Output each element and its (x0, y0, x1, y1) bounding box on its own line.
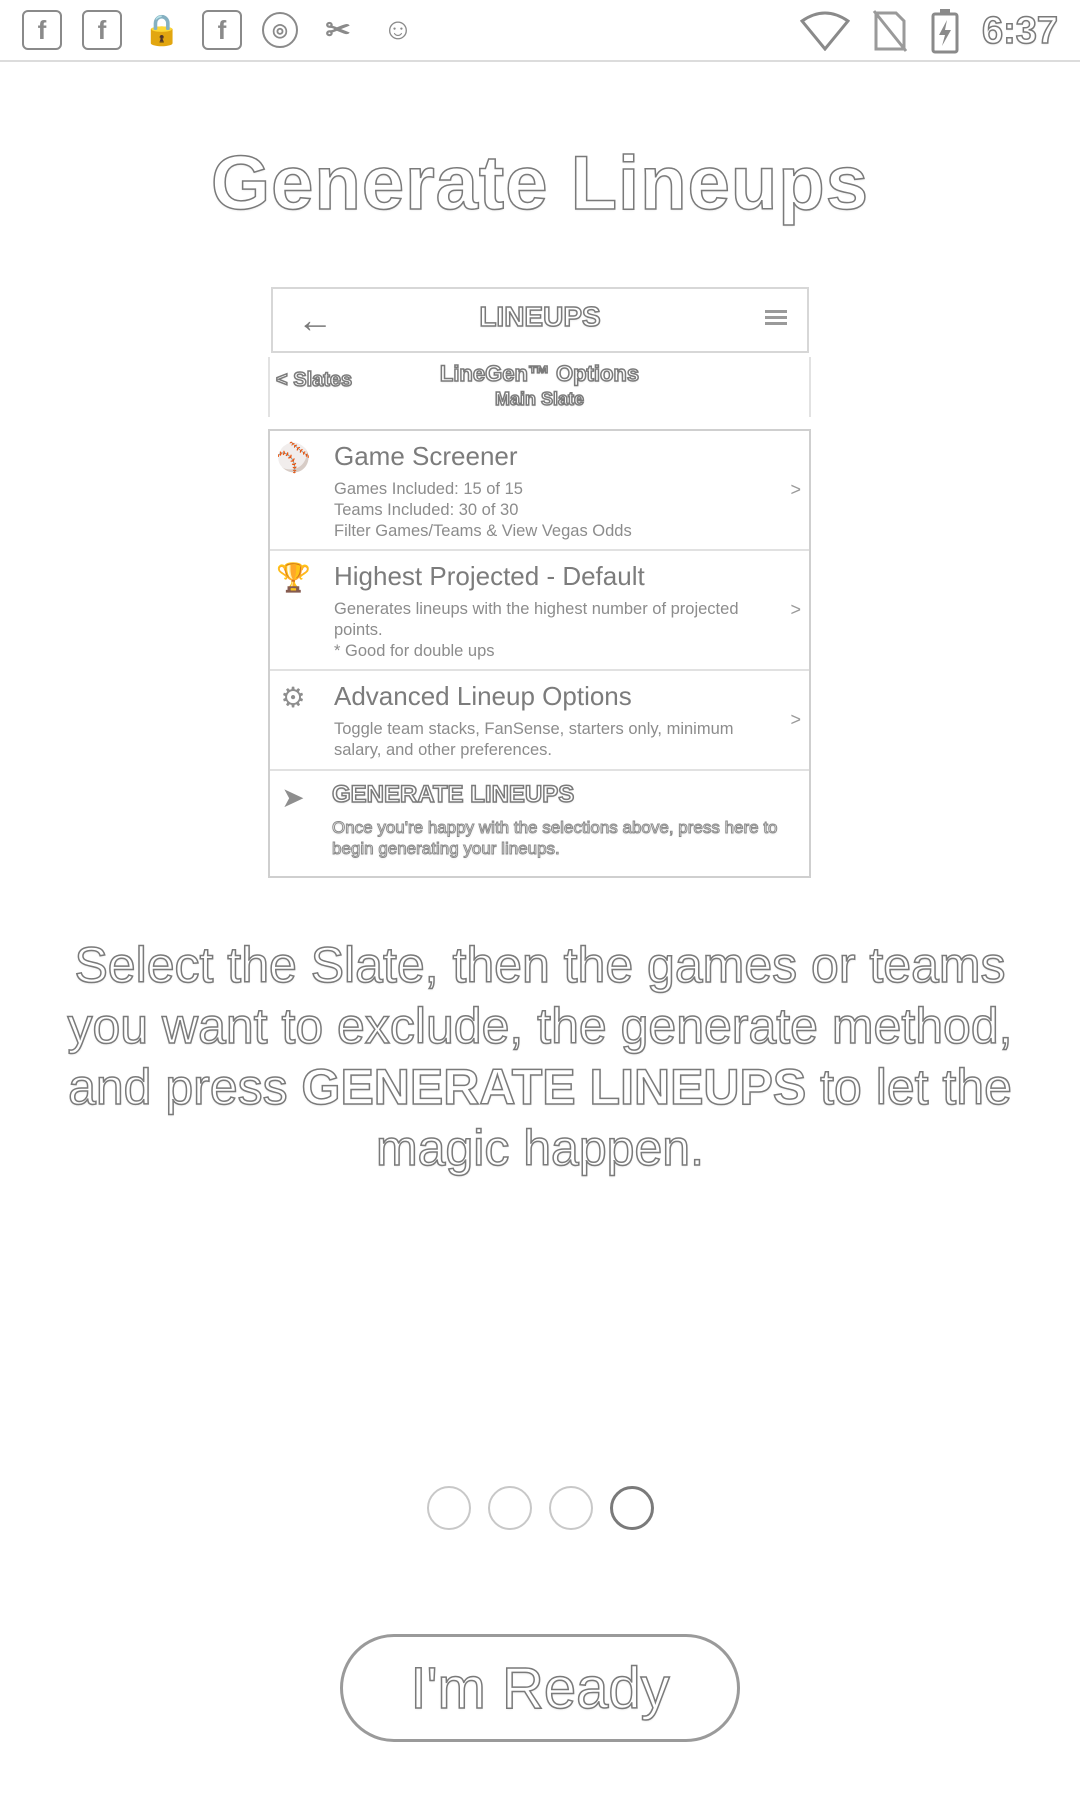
facebook-icon: f (82, 10, 122, 50)
options-subtitle: Main Slate (494, 388, 585, 410)
facebook-icon: f (202, 10, 242, 50)
list-item-desc: Generates lineups with the highest numbe… (334, 600, 739, 660)
status-bar: f f 🔒 f ◎ ✂ ☺ 6:37 (0, 0, 1080, 62)
list-item-desc: Toggle team stacks, FanSense, starters o… (334, 720, 734, 759)
gear-icon: ⚙ (280, 682, 306, 713)
generate-title: GENERATE LINEUPS (331, 780, 575, 809)
lock-icon: 🔒 (143, 13, 181, 47)
preview-options-list: ⚾ Game Screener Games Included: 15 of 15… (268, 429, 811, 878)
wifi-icon (799, 11, 850, 51)
page-title: Generate Lineups (210, 140, 869, 227)
page-dot[interactable] (426, 1486, 471, 1530)
fantasy-app-icon: ✂ (325, 13, 351, 47)
list-item-generate: ➤ GENERATE LINEUPS Once you're happy wit… (270, 771, 809, 876)
instruction-text: Select the Slate, then the games or team… (50, 935, 1030, 1179)
instruction-bold: GENERATE LINEUPS (301, 1058, 807, 1116)
list-item-title: Highest Projected - Default (334, 561, 645, 591)
chevron-right-icon: > (790, 479, 801, 500)
page-dot-active[interactable] (609, 1486, 654, 1530)
send-icon: ➤ (281, 782, 305, 813)
battery-charging-icon (931, 9, 959, 54)
options-title: LineGen™ Options (439, 360, 640, 387)
preview-subheader: < Slates LineGen™ Options Main Slate (268, 357, 811, 417)
list-menu-icon (765, 307, 787, 329)
chevron-right-icon: > (790, 709, 801, 730)
im-ready-button[interactable]: I'm Ready (340, 1634, 740, 1742)
page-dot[interactable] (548, 1486, 593, 1530)
notification-icons: f f 🔒 f ◎ ✂ ☺ (22, 10, 418, 50)
lineups-preview-image: ← LINEUPS < Slates LineGen™ Options Main… (268, 287, 811, 878)
page-dot[interactable] (487, 1486, 532, 1530)
generate-desc: Once you're happy with the selections ab… (332, 818, 779, 859)
android-icon: ☺ (382, 13, 414, 46)
preview-header-title: LINEUPS (479, 300, 602, 333)
clock: 6:37 (981, 9, 1059, 53)
no-sim-icon (872, 10, 908, 52)
page-indicator (0, 1486, 1080, 1530)
list-item-highest-projected: 🏆 Highest Projected - Default Generates … (270, 551, 809, 671)
trophy-icon: 🏆 (276, 562, 311, 593)
chevron-right-icon: > (790, 599, 801, 620)
circle-icon: ◎ (262, 12, 298, 48)
facebook-icon: f (22, 10, 62, 50)
list-item-advanced-options: ⚙ Advanced Lineup Options Toggle team st… (270, 671, 809, 771)
list-item-game-screener: ⚾ Game Screener Games Included: 15 of 15… (270, 431, 809, 551)
list-item-desc: Games Included: 15 of 15 Teams Included:… (334, 480, 632, 540)
preview-header: ← LINEUPS (271, 287, 809, 353)
baseball-icon: ⚾ (276, 442, 311, 473)
list-item-title: Game Screener (334, 441, 518, 471)
list-item-title: Advanced Lineup Options (334, 681, 632, 711)
